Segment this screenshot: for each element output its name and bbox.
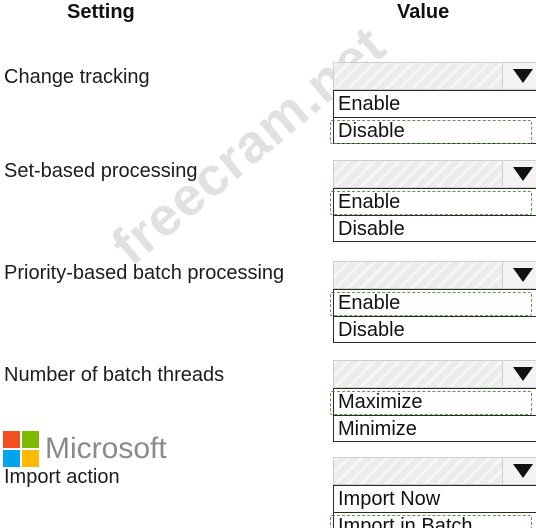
option-enable-selected[interactable]: Enable [330,189,536,215]
option-enable[interactable]: Enable [334,91,536,117]
chevron-down-icon[interactable] [502,63,536,89]
dropdown-number-of-batch-threads[interactable]: Maximize Minimize [330,360,536,442]
dropdown-options: Import Now Import in Batch [330,485,536,528]
dropdown-priority-based-batch-processing[interactable]: Enable Disable [330,261,536,343]
dropdown-options: Enable Disable [330,188,536,242]
option-disable[interactable]: Disable [334,316,536,342]
dropdown-header[interactable] [333,62,536,90]
option-maximize-selected[interactable]: Maximize [330,389,536,415]
option-import-in-batch-selected[interactable]: Import in Batch [330,512,536,528]
microsoft-logo-icon [3,431,39,467]
dropdown-options: Enable Disable [330,289,536,343]
setting-label-set-based-processing: Set-based processing [4,160,198,182]
setting-label-import-action: Import action [4,466,120,488]
dropdown-header[interactable] [333,360,536,388]
option-import-now[interactable]: Import Now [334,486,536,512]
answer-area: Setting Value freecram.net Change tracki… [0,0,536,528]
option-disable-selected[interactable]: Disable [330,117,536,144]
dropdown-set-based-processing[interactable]: Enable Disable [330,160,536,242]
option-disable[interactable]: Disable [334,215,536,241]
dropdown-header[interactable] [333,160,536,188]
chevron-down-icon[interactable] [502,161,536,187]
dropdown-options: Maximize Minimize [330,388,536,442]
dropdown-header[interactable] [333,457,536,485]
setting-label-priority-based-batch-processing: Priority-based batch processing [4,262,285,284]
dropdown-change-tracking[interactable]: Enable Disable [330,62,536,144]
microsoft-wordmark: Microsoft [45,432,167,465]
chevron-down-icon[interactable] [502,262,536,288]
chevron-down-icon[interactable] [502,458,536,484]
dropdown-import-action[interactable]: Import Now Import in Batch [330,457,536,528]
option-enable-selected[interactable]: Enable [330,290,536,316]
setting-column-header: Setting [67,1,135,23]
dropdown-header[interactable] [333,261,536,289]
setting-label-number-of-batch-threads: Number of batch threads [4,364,225,386]
option-minimize[interactable]: Minimize [334,415,536,441]
setting-label-change-tracking: Change tracking [4,66,150,88]
chevron-down-icon[interactable] [502,361,536,387]
value-column-header: Value [397,1,450,23]
dropdown-options: Enable Disable [330,90,536,144]
microsoft-logo: Microsoft [3,431,167,467]
